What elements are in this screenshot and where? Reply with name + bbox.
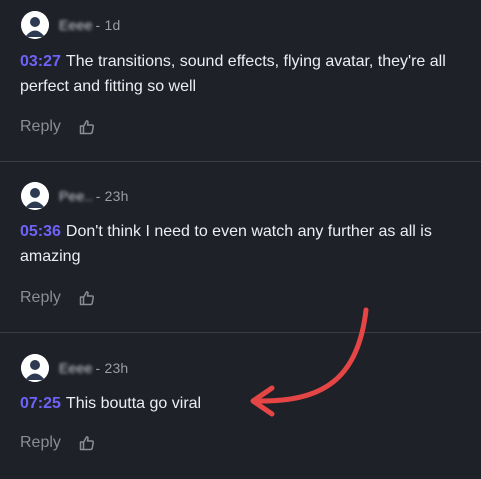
comment-age: - 23h [95, 360, 129, 376]
comment-body: This boutta go viral [65, 395, 202, 412]
comment-body: The transitions, sound effects, flying a… [20, 53, 446, 95]
comment-body: Don't think I need to even watch any fur… [20, 223, 432, 265]
comment-author: Eeee - 23h [59, 360, 128, 376]
comment-item: Pee.. - 23h 05:36 Don't think I need to ev… [0, 162, 481, 333]
comment-actions: Reply [20, 118, 95, 136]
timestamp-link[interactable]: 05:36 [20, 223, 61, 240]
comment-author: Pee.. - 23h [59, 188, 129, 204]
thumbs-up-icon[interactable] [79, 435, 95, 451]
comment-age: - 1d [95, 17, 121, 33]
comment-item: Eeee - 1d 03:27 The transitions, sound eff… [0, 0, 481, 162]
author-name[interactable]: Eeee [59, 360, 93, 376]
author-name[interactable]: Eeee [59, 17, 93, 33]
comment-actions: Reply [20, 434, 95, 452]
timestamp-link[interactable]: 07:25 [20, 395, 61, 412]
timestamp-link[interactable]: 03:27 [20, 53, 61, 70]
thumbs-up-icon[interactable] [79, 119, 95, 135]
comment-text: 03:27 The transitions, sound effects, fly… [20, 49, 460, 99]
reply-button[interactable]: Reply [20, 289, 61, 307]
avatar-icon[interactable] [21, 182, 49, 210]
thumbs-up-icon[interactable] [79, 290, 95, 306]
comment-text: 05:36 Don't think I need to even watch an… [20, 219, 460, 269]
comment-actions: Reply [20, 289, 95, 307]
comment-author: Eeee - 1d [59, 17, 120, 33]
avatar-icon[interactable] [21, 11, 49, 39]
author-name[interactable]: Pee.. [59, 188, 93, 204]
comment-text: 07:25 This boutta go viral [20, 391, 460, 416]
avatar-icon[interactable] [21, 354, 49, 382]
comment-item: Eeee - 23h 07:25 This boutta go viral Repl… [0, 333, 481, 479]
reply-button[interactable]: Reply [20, 118, 61, 136]
comment-age: - 23h [95, 188, 129, 204]
reply-button[interactable]: Reply [20, 434, 61, 452]
